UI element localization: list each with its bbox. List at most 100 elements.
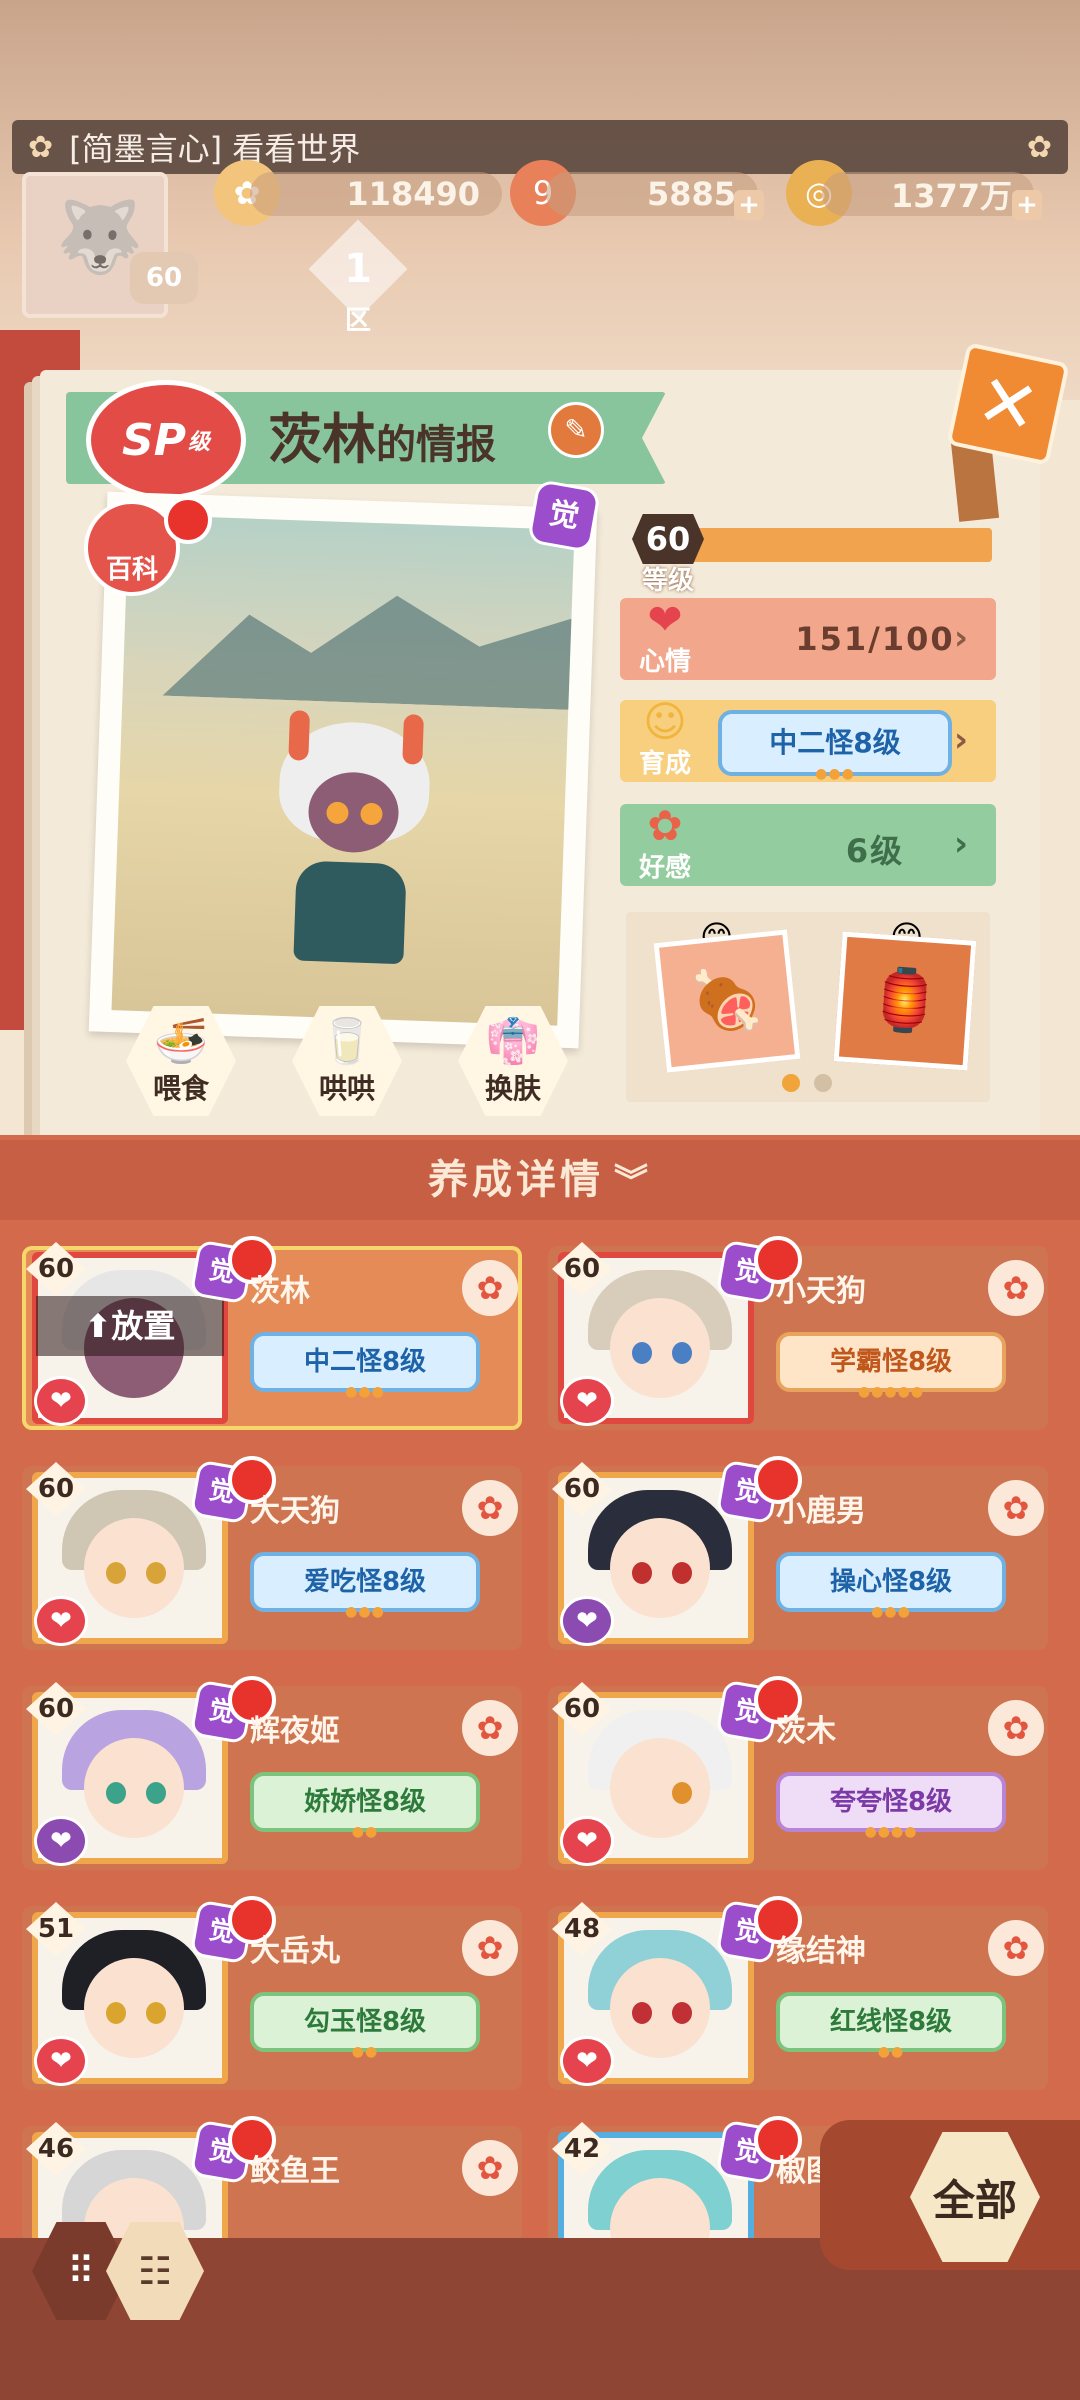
detail-header[interactable]: 养成详情 ︾ (0, 1140, 1080, 1220)
rank-badge: SP 级 (86, 380, 246, 500)
character-sprite (263, 710, 441, 965)
notification-dot (164, 496, 212, 544)
card-tag: 中二怪8级 (250, 1332, 480, 1392)
character-card[interactable]: 48 ❤ 觉 缘结神 ✿ 红线怪8级 ●● (548, 1896, 1048, 2090)
flower-icon[interactable]: ✿ (462, 1700, 518, 1756)
add-nine-button[interactable]: + (734, 190, 764, 220)
favor-label: 好感 (638, 853, 691, 883)
skin-label: 换肤 (484, 1072, 541, 1105)
card-dots: ●● (351, 1824, 379, 1840)
portrait-eye (106, 1782, 126, 1804)
food-gift[interactable]: 🍖 (653, 929, 801, 1073)
character-card[interactable]: 60 ❤ 觉 茨木 ✿ 夸夸怪8级 ●●●● (548, 1676, 1048, 1870)
flower-icon[interactable]: ✿ (462, 1260, 518, 1316)
portrait-eye (672, 2002, 692, 2024)
milk-icon: 🥛 (319, 1016, 375, 1067)
grow-dots: ●●● (815, 766, 855, 782)
flower-currency-value: 118490 (250, 172, 502, 216)
portrait-face (84, 1958, 184, 2058)
character-card[interactable]: 60 ❤ 觉 大天狗 ✿ 爱吃怪8级 ●●● (22, 1456, 522, 1650)
card-name: 缘结神 (776, 1934, 866, 1969)
sprite-horn (402, 714, 424, 765)
character-card[interactable]: 60 ❤ 觉 小天狗 ✿ 学霸怪8级 ●●●●● (548, 1236, 1048, 1430)
grow-label: 育成 (638, 749, 691, 779)
flower-icon[interactable]: ✿ (988, 1700, 1044, 1756)
portrait-eye (632, 1342, 652, 1364)
card-dots: ●●● (345, 1384, 385, 1400)
portrait-eye (106, 1562, 126, 1584)
portrait-eye (146, 1782, 166, 1804)
heart-icon: ❤ (34, 1376, 88, 1426)
rank-badge-suffix: 级 (187, 430, 210, 455)
card-tag: 操心怪8级 (776, 1552, 1006, 1612)
portrait-eye (672, 1562, 692, 1584)
character-name: 茨林 (268, 408, 376, 471)
portrait-eye (672, 1782, 692, 1804)
level-progress-fill (690, 528, 992, 562)
meat-icon: 🍖 (686, 962, 768, 1040)
sprite-horn (288, 710, 311, 761)
flower-icon[interactable]: ✿ (988, 1260, 1044, 1316)
card-dots: ●● (351, 2044, 379, 2060)
chevron-down-icon: ︾ (614, 1162, 652, 1202)
chevron-right-icon: › (954, 824, 969, 864)
chevron-right-icon: › (954, 720, 969, 760)
chevron-right-icon: › (954, 618, 969, 658)
item-gift[interactable]: 🏮 (833, 931, 977, 1071)
flower-icon[interactable]: ✿ (462, 2140, 518, 2196)
mountain-backdrop (162, 576, 574, 711)
character-card[interactable]: 60 ❤ 觉 小鹿男 ✿ 操心怪8级 ●●● (548, 1456, 1048, 1650)
portrait-eye (672, 1342, 692, 1364)
character-card[interactable]: 46 觉 鲛鱼王 ✿ (22, 2116, 522, 2238)
character-card[interactable]: 60 ❤ 觉 辉夜姬 ✿ 娇娇怪8级 ●● (22, 1676, 522, 1870)
card-dots: ●●●●● (857, 1384, 925, 1400)
flower-icon[interactable]: ✿ (988, 1480, 1044, 1536)
card-tag: 娇娇怪8级 (250, 1772, 480, 1832)
photo-scene (111, 514, 575, 1026)
character-grid: ⬆放置 60 ❤ 觉 茨林 ✿ 中二怪8级 ●●● 60 ❤ 觉 小天狗 ✿ 学… (0, 1228, 1080, 2238)
coax-label: 哄哄 (318, 1072, 375, 1105)
flower-icon[interactable]: ✿ (462, 1480, 518, 1536)
heart-icon: ❤ (560, 1816, 614, 1866)
card-name: 茨林 (250, 1274, 310, 1309)
add-coin-button[interactable]: + (1012, 190, 1042, 220)
grow-icon: ☺ 育成 (626, 701, 704, 780)
portrait-eye (632, 1562, 652, 1584)
character-card[interactable]: ⬆放置 60 ❤ 觉 茨林 ✿ 中二怪8级 ●●● (22, 1236, 522, 1430)
heart-icon: ❤ (647, 595, 683, 644)
card-name: 辉夜姬 (250, 1714, 340, 1749)
heart-icon: ❤ (34, 1596, 88, 1646)
noodle-icon: 🍜 (153, 1016, 209, 1067)
page-title: 茨林的情报 (268, 400, 496, 480)
place-button[interactable]: ⬆放置 (36, 1296, 224, 1356)
outfit-icon: 👘 (485, 1016, 541, 1067)
edit-icon[interactable]: ✎ (548, 402, 604, 458)
lantern-icon: 🏮 (865, 963, 945, 1039)
flower-icon: ✿ (647, 801, 683, 850)
portrait-face (84, 1738, 184, 1838)
card-name: 鲛鱼王 (250, 2154, 340, 2189)
portrait-eye (106, 2002, 126, 2024)
portrait-face (84, 1518, 184, 1618)
heart-icon: ❤ (34, 1816, 88, 1866)
portrait-face (610, 1958, 710, 2058)
level-progress-bar (690, 528, 992, 562)
character-card[interactable]: 51 ❤ 觉 大岳丸 ✿ 勾玉怪8级 ●● (22, 1896, 522, 2090)
close-button[interactable]: ✕ (946, 342, 1070, 466)
level-value: 60 (632, 514, 704, 564)
flower-icon[interactable]: ✿ (988, 1920, 1044, 1976)
zone-indicator[interactable]: 1 区 (308, 219, 408, 336)
nine-currency-value: 5885 (546, 172, 758, 216)
card-tag: 勾玉怪8级 (250, 1992, 480, 2052)
card-dots: ●● (877, 2044, 905, 2060)
zone-number: 1 (344, 246, 372, 292)
card-name: 大天狗 (250, 1494, 340, 1529)
card-name: 茨木 (776, 1714, 836, 1749)
pager-dot-active[interactable] (782, 1074, 800, 1092)
pager-dot[interactable] (814, 1074, 832, 1092)
flower-icon: ✿ (28, 129, 54, 165)
level-label: 等级 (641, 566, 694, 596)
portrait-face (610, 1738, 710, 1838)
card-dots: ●●● (871, 1604, 911, 1620)
flower-icon[interactable]: ✿ (462, 1920, 518, 1976)
